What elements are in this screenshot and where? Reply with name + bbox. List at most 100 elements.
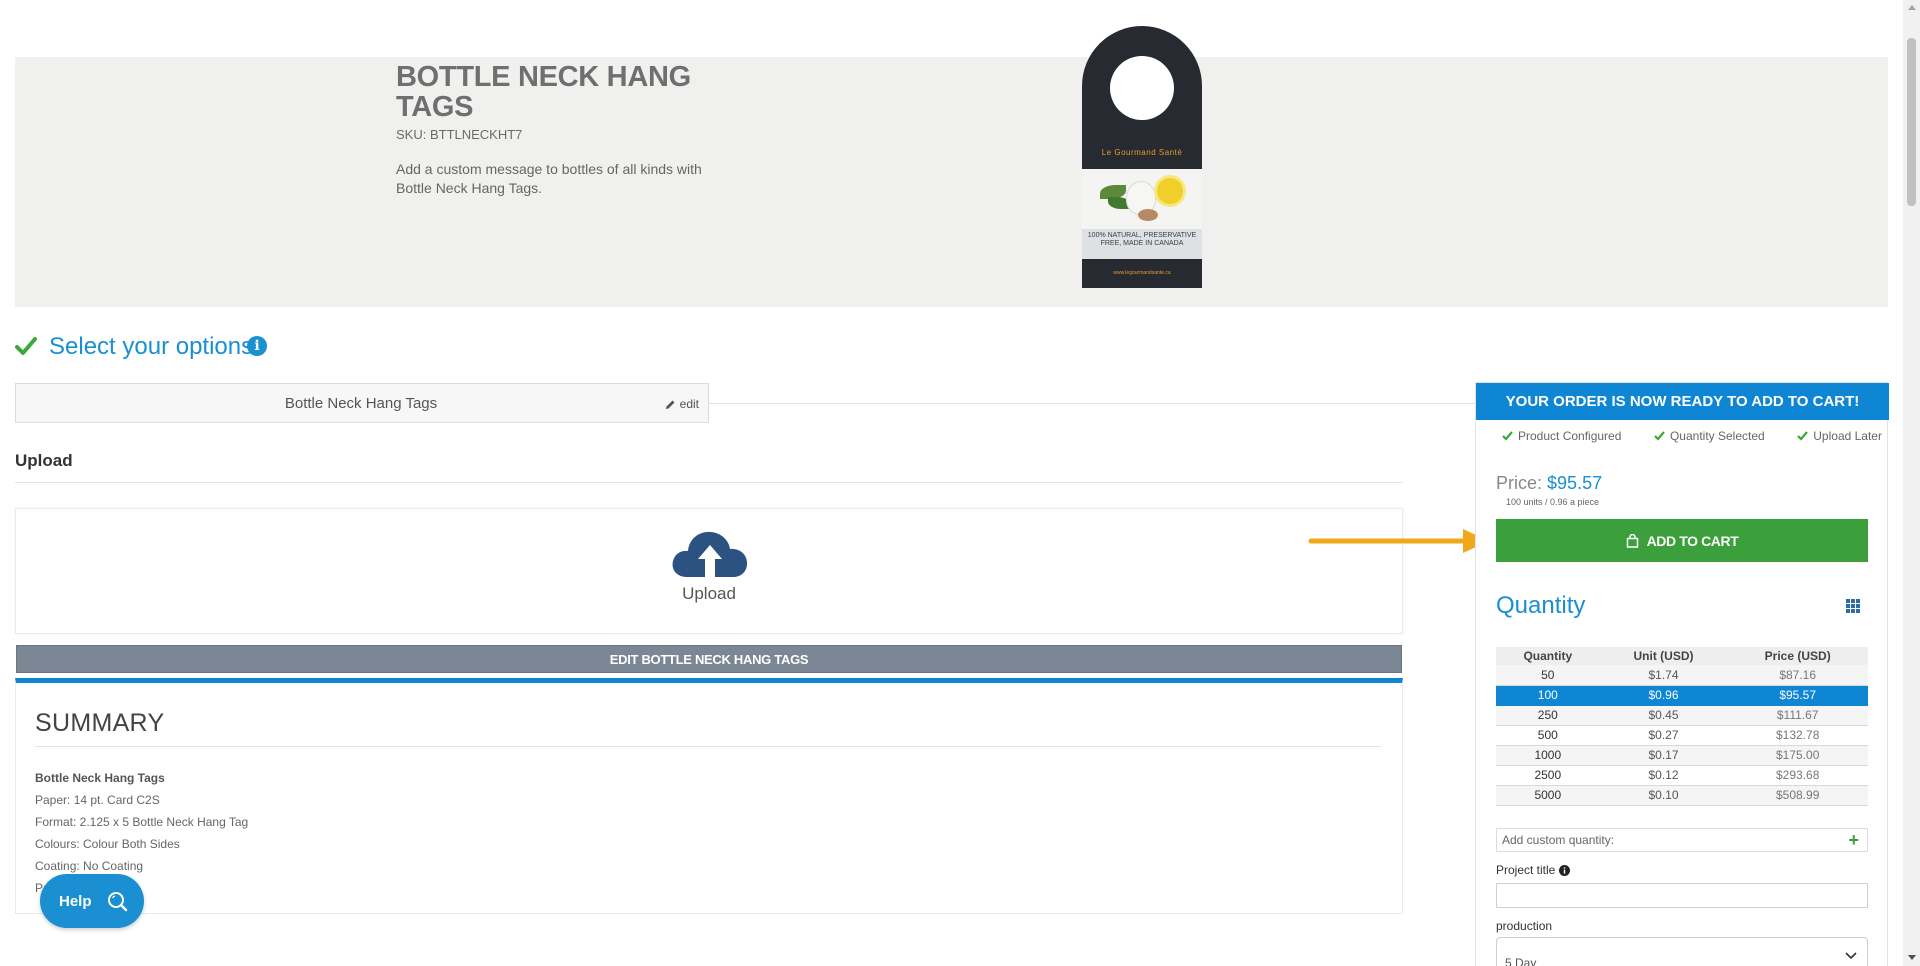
- scroll-up-arrow-icon[interactable]: [1908, 5, 1916, 10]
- upload-button-label: Upload: [682, 584, 736, 603]
- shopping-bag-icon: [1626, 533, 1638, 548]
- cloud-upload-icon: [672, 531, 748, 577]
- production-select[interactable]: 5 Day: [1496, 937, 1868, 966]
- scroll-down-arrow-icon[interactable]: [1908, 955, 1916, 960]
- status-quantity: Quantity Selected: [1654, 429, 1765, 443]
- quantity-row[interactable]: 2500 $0.12 $293.68: [1496, 765, 1868, 786]
- summary-paper: Paper: 14 pt. Card C2S: [35, 793, 160, 807]
- product-option-label: Bottle Neck Hang Tags: [284, 395, 438, 412]
- unit-price-cell: $0.12: [1599, 765, 1728, 786]
- unit-price-cell: $1.74: [1599, 665, 1728, 686]
- unit-price-cell: $0.96: [1599, 685, 1728, 706]
- help-button[interactable]: Help: [40, 874, 144, 928]
- info-icon[interactable]: [1559, 864, 1571, 876]
- order-ready-header: YOUR ORDER IS NOW READY TO ADD TO CART!: [1476, 383, 1889, 420]
- order-status-list: Product Configured Quantity Selected Upl…: [1502, 429, 1882, 443]
- check-icon: [1502, 431, 1513, 441]
- project-title-label: Project title: [1496, 863, 1571, 877]
- tag-hole: [1110, 56, 1174, 120]
- quantity-cell: 5000: [1496, 785, 1600, 806]
- pencil-icon: [665, 400, 675, 409]
- status-configured: Product Configured: [1502, 429, 1621, 443]
- total-price-cell: $175.00: [1727, 745, 1868, 766]
- info-icon[interactable]: i: [247, 336, 267, 356]
- price-value: $95.57: [1547, 473, 1603, 493]
- quantity-cell: 250: [1496, 705, 1600, 726]
- table-header: Unit (USD): [1599, 647, 1728, 665]
- total-price-cell: $95.57: [1727, 685, 1868, 706]
- select-options-title: Select your options: [49, 333, 254, 360]
- product-title: BOTTLE NECK HANG TAGS: [396, 61, 691, 123]
- check-icon: [15, 337, 37, 355]
- custom-quantity-input[interactable]: Add custom quantity: +: [1496, 828, 1868, 852]
- project-title-input[interactable]: [1496, 883, 1868, 908]
- scroll-thumb[interactable]: [1907, 38, 1916, 206]
- check-icon: [1654, 431, 1665, 441]
- quantity-cell: 50: [1496, 665, 1600, 686]
- summary-panel: SUMMARY Bottle Neck Hang Tags Paper: 14 …: [15, 678, 1403, 914]
- page-scrollbar[interactable]: [1903, 0, 1920, 966]
- summary-format: Format: 2.125 x 5 Bottle Neck Hang Tag: [35, 815, 249, 829]
- quantity-cell: 2500: [1496, 765, 1600, 786]
- add-to-cart-button[interactable]: ADD TO CART: [1496, 519, 1868, 562]
- unit-price-cell: $0.45: [1599, 705, 1728, 726]
- quantity-cell: 500: [1496, 725, 1600, 746]
- tag-photo: [1082, 169, 1202, 229]
- tag-brand-text: Le Gourmand Santé: [1101, 148, 1183, 157]
- status-upload: Upload Later: [1797, 429, 1882, 443]
- quantity-cell: 1000: [1496, 745, 1600, 766]
- table-header: Quantity: [1496, 647, 1600, 665]
- total-price-cell: $132.78: [1727, 725, 1868, 746]
- quantity-row[interactable]: 250 $0.45 $111.67: [1496, 705, 1868, 726]
- total-price-cell: $293.68: [1727, 765, 1868, 786]
- add-to-cart-label: ADD TO CART: [1646, 532, 1739, 549]
- divider: [35, 746, 1381, 747]
- quantity-row[interactable]: 5000 $0.10 $508.99: [1496, 785, 1868, 806]
- quantity-title: Quantity: [1496, 592, 1586, 619]
- price-per-unit: 100 units / 0.96 a piece: [1506, 497, 1600, 507]
- unit-price-cell: $0.10: [1599, 785, 1728, 806]
- help-label: Help: [59, 892, 92, 910]
- product-hero-banner: [15, 57, 1888, 307]
- upload-heading: Upload: [15, 451, 73, 470]
- grid-view-icon[interactable]: [1846, 599, 1860, 613]
- quantity-row[interactable]: 500 $0.27 $132.78: [1496, 725, 1868, 746]
- quantity-row[interactable]: 100 $0.96 $95.57: [1496, 685, 1868, 706]
- product-sku: SKU: BTTLNECKHT7: [396, 127, 523, 142]
- summary-title: SUMMARY: [35, 709, 165, 737]
- custom-quantity-placeholder: Add custom quantity:: [1502, 833, 1615, 847]
- production-value: 5 Day: [1505, 956, 1537, 966]
- total-price-cell: $87.16: [1727, 665, 1868, 686]
- product-option-box: Bottle Neck Hang Tags edit: [15, 383, 709, 423]
- edit-option-button[interactable]: edit: [665, 397, 699, 411]
- total-price-cell: $111.67: [1727, 705, 1868, 726]
- quantity-row[interactable]: 50 $1.74 $87.16: [1496, 665, 1868, 686]
- quantity-price-table: Quantity Unit (USD) Price (USD) 50 $1.74 $…: [1496, 647, 1868, 806]
- check-icon: [1797, 431, 1809, 441]
- quantity-row[interactable]: 1000 $0.17 $175.00: [1496, 745, 1868, 766]
- tag-url-text: www.legourmandsante.ca: [1113, 270, 1171, 276]
- summary-colours: Colours: Colour Both Sides: [35, 837, 180, 851]
- upload-dropzone[interactable]: Upload: [15, 508, 1403, 634]
- unit-price-cell: $0.27: [1599, 725, 1728, 746]
- arrow-annotation-icon: [1308, 529, 1489, 553]
- production-label: production: [1496, 919, 1553, 933]
- divider: [709, 403, 1476, 404]
- total-price-cell: $508.99: [1727, 785, 1868, 806]
- divider: [15, 482, 1403, 483]
- price-display: Price: $95.57: [1496, 473, 1602, 494]
- quantity-cell: 100: [1496, 685, 1600, 706]
- edit-product-button[interactable]: EDIT BOTTLE NECK HANG TAGS: [16, 645, 1402, 673]
- chevron-down-icon: [1845, 952, 1857, 960]
- edit-label: edit: [679, 397, 699, 411]
- price-label: Price:: [1496, 473, 1543, 493]
- product-image: Le Gourmand Santé 100% NATURAL, PRESERVA…: [1082, 26, 1202, 288]
- table-header: Price (USD): [1727, 647, 1868, 665]
- product-description: Add a custom message to bottles of all k…: [396, 161, 702, 196]
- summary-product: Bottle Neck Hang Tags: [35, 771, 165, 785]
- unit-price-cell: $0.17: [1599, 745, 1728, 766]
- tag-info-text: 100% NATURAL, PRESERVATIVE FREE, MADE IN…: [1082, 229, 1202, 259]
- order-panel: YOUR ORDER IS NOW READY TO ADD TO CART! …: [1475, 382, 1889, 966]
- plus-icon[interactable]: +: [1848, 829, 1859, 851]
- search-icon: [107, 892, 127, 912]
